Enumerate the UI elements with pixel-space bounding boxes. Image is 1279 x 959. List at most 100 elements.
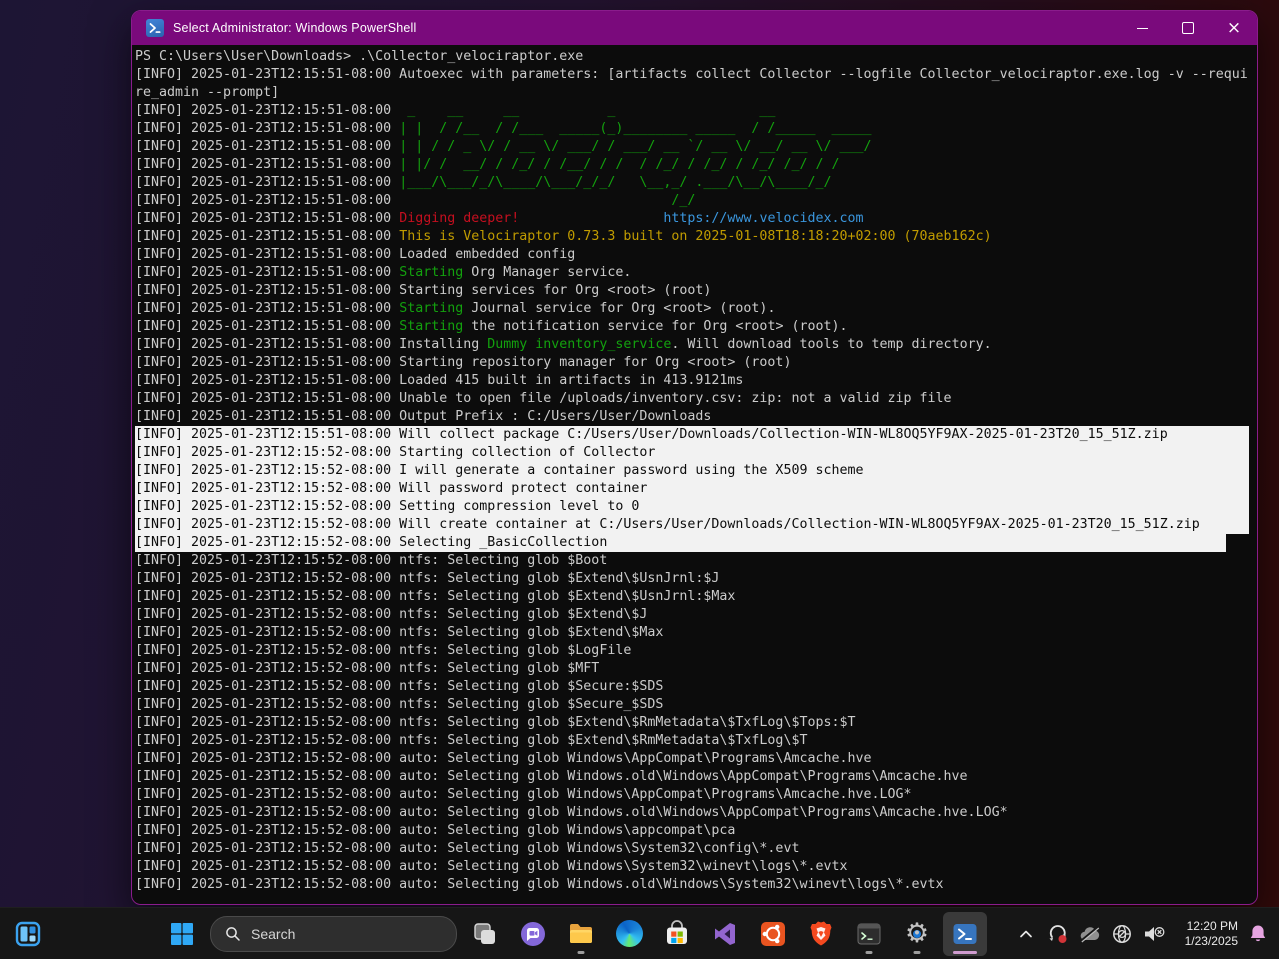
terminal-line: [INFO] 2025-01-23T12:15:51-08:00 Loaded … (135, 372, 1256, 390)
terminal-line: [INFO] 2025-01-23T12:15:52-08:00 auto: S… (135, 750, 1256, 768)
search-input[interactable]: Search (210, 916, 457, 952)
terminal-line: [INFO] 2025-01-23T12:15:52-08:00 auto: S… (135, 876, 1256, 894)
close-button[interactable]: × (1211, 11, 1257, 45)
terminal-line: [INFO] 2025-01-23T12:15:52-08:00 Setting… (135, 498, 1249, 516)
powershell-taskbar-button[interactable] (943, 912, 987, 956)
terminal-line: [INFO] 2025-01-23T12:15:52-08:00 ntfs: S… (135, 552, 1256, 570)
terminal-line: [INFO] 2025-01-23T12:15:52-08:00 ntfs: S… (135, 588, 1256, 606)
volume-muted-tray-icon[interactable] (1138, 912, 1170, 956)
settings-gear-icon: ⚙ (902, 919, 932, 949)
terminal-line: [INFO] 2025-01-23T12:15:51-08:00 Startin… (135, 318, 1256, 336)
terminal-line: [INFO] 2025-01-23T12:15:51-08:00 | | / /… (135, 138, 1256, 156)
terminal-output[interactable]: PS C:\Users\User\Downloads> .\Collector_… (133, 46, 1256, 903)
terminal-line: [INFO] 2025-01-23T12:15:52-08:00 ntfs: S… (135, 642, 1256, 660)
terminal-line: [INFO] 2025-01-23T12:15:52-08:00 auto: S… (135, 768, 1256, 786)
task-view-button[interactable] (463, 912, 507, 956)
notification-bell-button[interactable] (1242, 912, 1274, 956)
ubuntu-icon (759, 920, 787, 948)
file-explorer-button[interactable] (559, 912, 603, 956)
terminal-line: [INFO] 2025-01-23T12:15:51-08:00 Loaded … (135, 246, 1256, 264)
terminal-line: [INFO] 2025-01-23T12:15:51-08:00 | | / /… (135, 120, 1256, 138)
powershell-window: Select Administrator: Windows PowerShell… (131, 10, 1258, 905)
terminal-line: [INFO] 2025-01-23T12:15:52-08:00 ntfs: S… (135, 660, 1256, 678)
sync-arrows-icon (1047, 923, 1069, 945)
terminal-line: [INFO] 2025-01-23T12:15:51-08:00 Digging… (135, 210, 1256, 228)
terminal-line: [INFO] 2025-01-23T12:15:52-08:00 Startin… (135, 444, 1249, 462)
terminal-line: PS C:\Users\User\Downloads> .\Collector_… (135, 48, 1256, 66)
terminal-line: [INFO] 2025-01-23T12:15:51-08:00 Startin… (135, 282, 1256, 300)
microsoft-store-icon (663, 920, 691, 948)
task-view-icon (471, 920, 499, 948)
terminal-line: [INFO] 2025-01-23T12:15:52-08:00 ntfs: S… (135, 570, 1256, 588)
settings-running-indicator (914, 951, 921, 954)
visual-studio-button[interactable] (703, 912, 747, 956)
terminal-button[interactable] (847, 912, 891, 956)
search-icon (225, 926, 241, 942)
visual-studio-icon (711, 920, 739, 948)
chat-button[interactable] (511, 912, 555, 956)
terminal-line: [INFO] 2025-01-23T12:15:52-08:00 ntfs: S… (135, 624, 1256, 642)
powershell-icon (951, 920, 979, 948)
clock-date: 1/23/2025 (1170, 934, 1238, 949)
terminal-line: [INFO] 2025-01-23T12:15:52-08:00 ntfs: S… (135, 606, 1256, 624)
file-explorer-running-indicator (578, 951, 585, 954)
ubuntu-button[interactable] (751, 912, 795, 956)
brave-button[interactable] (799, 912, 843, 956)
terminal-running-indicator (866, 951, 873, 954)
terminal-line: [INFO] 2025-01-23T12:15:51-08:00 _ __ __… (135, 102, 1256, 120)
start-button[interactable] (160, 912, 204, 956)
terminal-line: [INFO] 2025-01-23T12:15:52-08:00 I will … (135, 462, 1249, 480)
notification-bell-icon (1247, 923, 1269, 945)
onedrive-paused-tray-icon[interactable] (1074, 912, 1106, 956)
terminal-line: [INFO] 2025-01-23T12:15:52-08:00 auto: S… (135, 840, 1256, 858)
terminal-line: [INFO] 2025-01-23T12:15:52-08:00 Will pa… (135, 480, 1249, 498)
widgets-button[interactable] (6, 912, 50, 956)
terminal-line: [INFO] 2025-01-23T12:15:51-08:00 | |/ / … (135, 156, 1256, 174)
minimize-button[interactable] (1119, 11, 1165, 45)
terminal-line: [INFO] 2025-01-23T12:15:52-08:00 Selecti… (135, 534, 1226, 552)
terminal-line: [INFO] 2025-01-23T12:15:51-08:00 Autoexe… (135, 66, 1256, 84)
terminal-line: [INFO] 2025-01-23T12:15:52-08:00 Will cr… (135, 516, 1249, 534)
microsoft-store-button[interactable] (655, 912, 699, 956)
file-explorer-icon (567, 920, 595, 948)
window-titlebar[interactable]: Select Administrator: Windows PowerShell… (132, 11, 1257, 45)
terminal-line: [INFO] 2025-01-23T12:15:51-08:00 |___/\_… (135, 174, 1256, 192)
terminal-line: [INFO] 2025-01-23T12:15:52-08:00 auto: S… (135, 858, 1256, 876)
terminal-line: [INFO] 2025-01-23T12:15:51-08:00 Startin… (135, 354, 1256, 372)
powershell-window-icon (146, 19, 164, 37)
maximize-button[interactable] (1165, 11, 1211, 45)
sync-pending-tray-icon[interactable] (1042, 912, 1074, 956)
terminal-line: [INFO] 2025-01-23T12:15:51-08:00 This is… (135, 228, 1256, 246)
search-placeholder: Search (251, 926, 295, 942)
hidden-icons-chevron[interactable] (1010, 912, 1042, 956)
widgets-icon (14, 920, 42, 948)
terminal-line: [INFO] 2025-01-23T12:15:51-08:00 Startin… (135, 300, 1256, 318)
brave-icon (807, 920, 835, 948)
terminal-line: [INFO] 2025-01-23T12:15:52-08:00 auto: S… (135, 822, 1256, 840)
terminal-line: [INFO] 2025-01-23T12:15:52-08:00 auto: S… (135, 786, 1256, 804)
taskbar: Search (0, 907, 1279, 959)
settings-button[interactable]: ⚙ (895, 912, 939, 956)
clock[interactable]: 12:20 PM 1/23/2025 (1170, 912, 1242, 956)
terminal-line: [INFO] 2025-01-23T12:15:51-08:00 Startin… (135, 264, 1256, 282)
terminal-line: re_admin --prompt] (135, 84, 1256, 102)
terminal-line: [INFO] 2025-01-23T12:15:51-08:00 Install… (135, 336, 1256, 354)
chat-icon (519, 920, 547, 948)
terminal-line: [INFO] 2025-01-23T12:15:52-08:00 ntfs: S… (135, 678, 1256, 696)
terminal-icon (855, 920, 883, 948)
edge-button[interactable] (607, 912, 651, 956)
powershell-active-indicator (953, 951, 977, 954)
globe-no-internet-icon (1111, 923, 1133, 945)
speaker-mute-icon (1142, 924, 1166, 944)
edge-icon (616, 920, 643, 947)
clock-time: 12:20 PM (1170, 919, 1238, 934)
terminal-line: [INFO] 2025-01-23T12:15:51-08:00 /_/ (135, 192, 1256, 210)
cloud-slash-icon (1078, 924, 1102, 944)
terminal-line: [INFO] 2025-01-23T12:15:51-08:00 Will co… (135, 426, 1249, 444)
windows-start-icon (168, 920, 196, 948)
terminal-line: [INFO] 2025-01-23T12:15:51-08:00 Output … (135, 408, 1256, 426)
desktop: Select Administrator: Windows PowerShell… (0, 0, 1279, 959)
terminal-line: [INFO] 2025-01-23T12:15:52-08:00 auto: S… (135, 804, 1256, 822)
window-title: Select Administrator: Windows PowerShell (173, 21, 417, 35)
no-internet-globe-tray-icon[interactable] (1106, 912, 1138, 956)
